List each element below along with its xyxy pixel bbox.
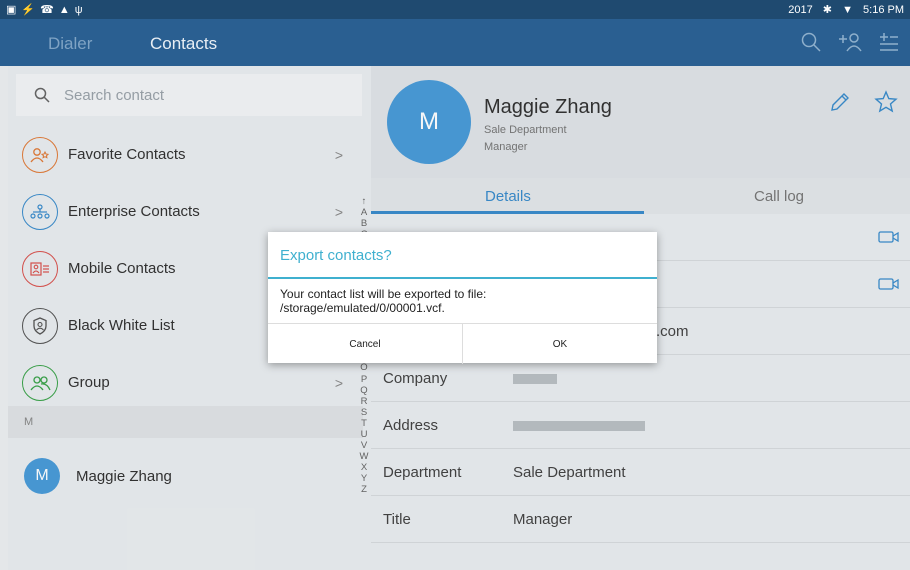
search-icon[interactable] bbox=[800, 31, 822, 53]
tab-dialer[interactable]: Dialer bbox=[48, 34, 92, 54]
alarm-icon: ☎ bbox=[40, 4, 54, 16]
status-year: 2017 bbox=[788, 4, 813, 16]
app-bar: Dialer Contacts bbox=[0, 19, 910, 66]
export-contacts-dialog: Export contacts? Your contact list will … bbox=[268, 232, 657, 364]
message-icon: ▣ bbox=[6, 4, 17, 16]
warning-icon: ▲ bbox=[58, 4, 70, 16]
add-list-icon[interactable] bbox=[878, 31, 900, 53]
status-time: 5:16 PM bbox=[863, 4, 904, 16]
dialog-title: Export contacts? bbox=[280, 247, 392, 264]
dialog-divider bbox=[268, 277, 657, 279]
usb-icon: ⚡ bbox=[21, 4, 36, 16]
tab-contacts[interactable]: Contacts bbox=[150, 34, 217, 54]
add-contact-icon[interactable] bbox=[838, 31, 862, 53]
bluetooth-icon: ✱ bbox=[822, 4, 833, 16]
wifi-icon: ▼ bbox=[842, 4, 853, 16]
debug-icon: ψ bbox=[74, 4, 83, 16]
status-right: 2017 ✱ ▼ 5:16 PM bbox=[781, 3, 904, 16]
cancel-button[interactable]: Cancel bbox=[268, 324, 463, 364]
status-left-icons: ▣ ⚡ ☎ ▲ ψ bbox=[6, 3, 88, 16]
dialog-message: Your contact list will be exported to fi… bbox=[280, 287, 487, 315]
status-bar: ▣ ⚡ ☎ ▲ ψ 2017 ✱ ▼ 5:16 PM bbox=[0, 0, 910, 19]
ok-button[interactable]: OK bbox=[463, 324, 657, 364]
